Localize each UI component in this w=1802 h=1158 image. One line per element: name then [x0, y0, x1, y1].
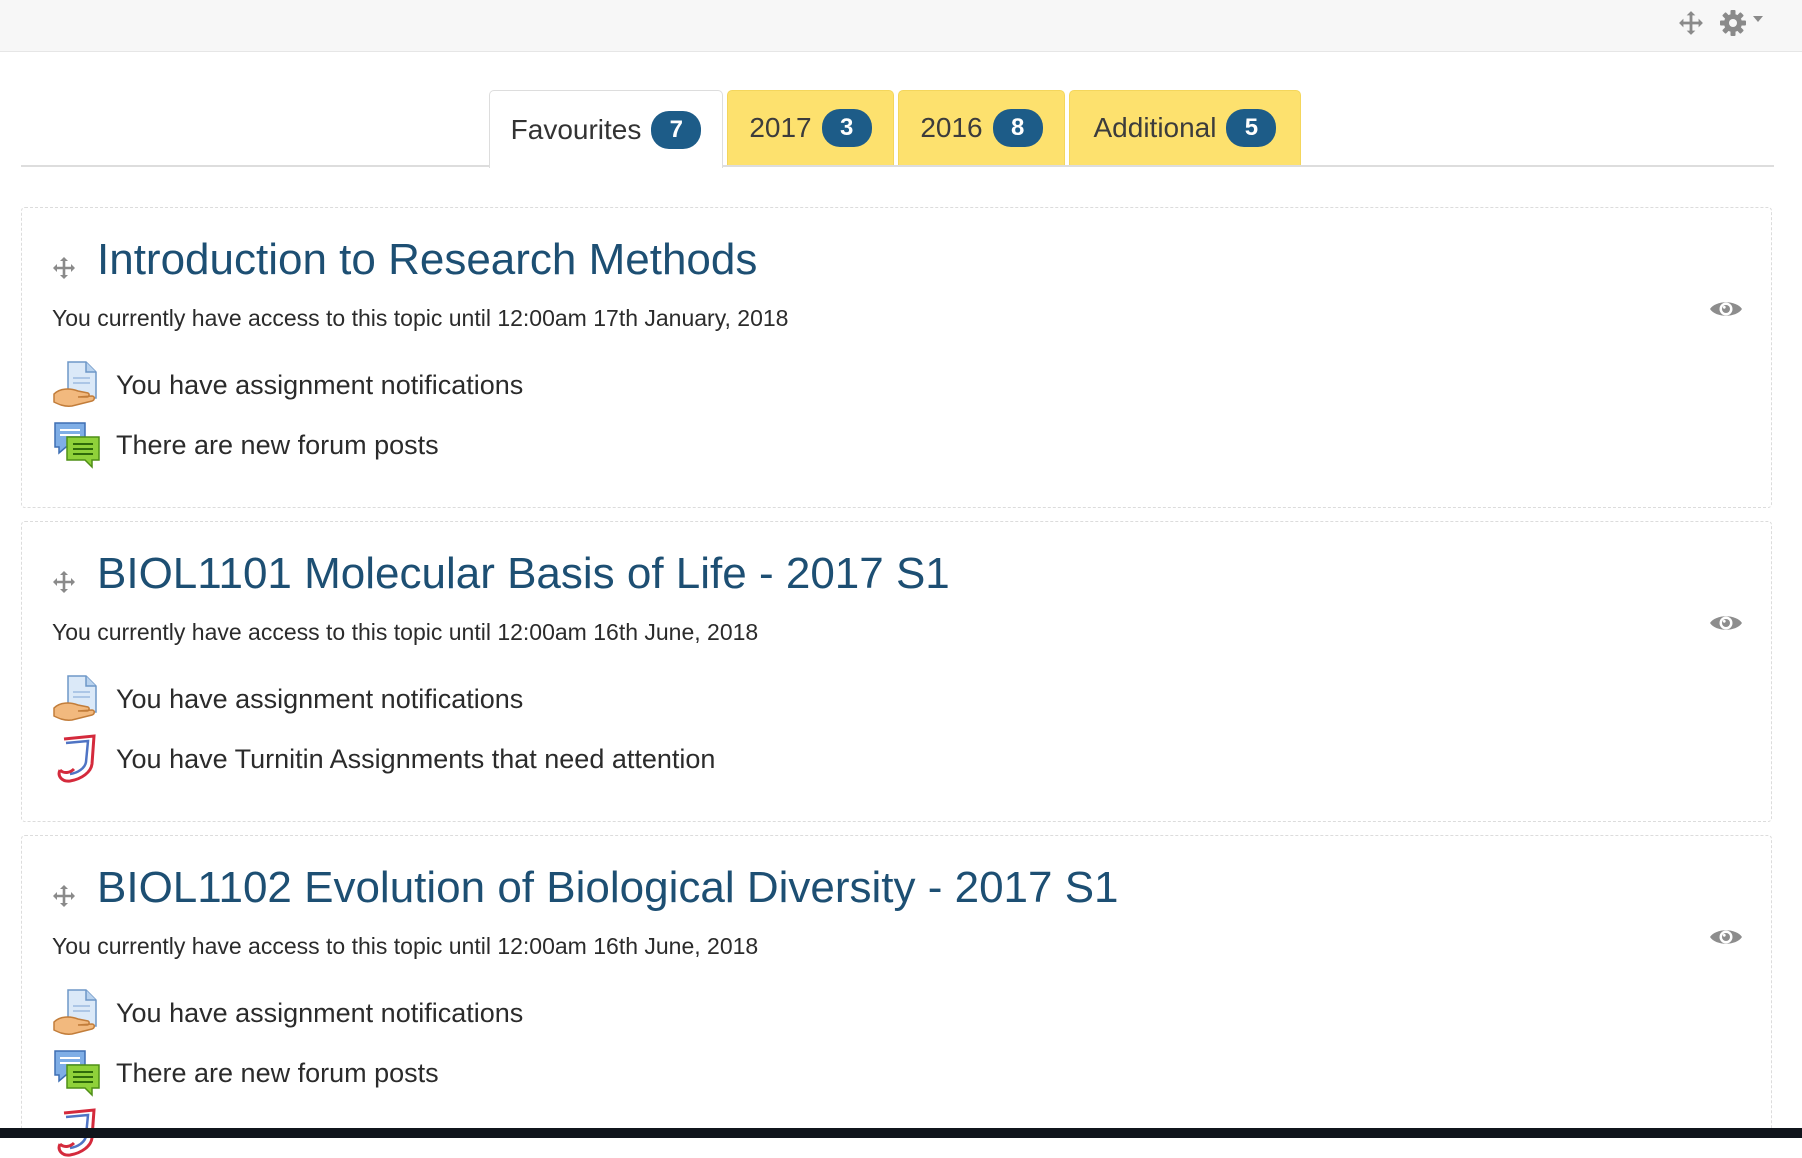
access-text: You currently have access to this topic … [52, 619, 759, 645]
gear-icon[interactable] [1718, 8, 1748, 38]
notification-text: There are new forum posts [116, 429, 439, 460]
course-card: Introduction to Research Methods You cur… [21, 207, 1772, 508]
top-toolbar [0, 0, 1802, 52]
notification-text: You have assignment notifications [116, 997, 524, 1028]
tab-label: 2016 [920, 112, 983, 143]
notification-item[interactable]: There are new forum posts [52, 1048, 439, 1098]
eye-icon[interactable] [1709, 925, 1743, 949]
tab-label: Additional [1093, 112, 1217, 143]
tab-favourites[interactable]: Favourites 7 [489, 90, 723, 168]
eye-icon[interactable] [1709, 611, 1743, 635]
tab-2017[interactable]: 2017 3 [727, 90, 894, 165]
notification-item[interactable]: You have assignment notifications [52, 360, 523, 410]
move-icon[interactable] [1678, 10, 1704, 36]
course-title[interactable]: BIOL1102 Evolution of Biological Diversi… [97, 863, 1119, 913]
turnitin-icon [52, 734, 102, 784]
tab-label: Favourites [510, 113, 642, 145]
assignment-icon [52, 674, 102, 724]
tab-2016[interactable]: 2016 8 [898, 90, 1065, 165]
page-bottom-edge [0, 1128, 1802, 1138]
assignment-icon [52, 988, 102, 1038]
eye-icon[interactable] [1709, 297, 1743, 321]
tab-additional[interactable]: Additional 5 [1069, 90, 1301, 165]
notification-item[interactable]: There are new forum posts [52, 420, 439, 470]
notification-text: You have assignment notifications [116, 683, 524, 714]
count-badge: 8 [992, 109, 1043, 147]
count-badge: 3 [821, 109, 872, 147]
course-title[interactable]: BIOL1101 Molecular Basis of Life - 2017 … [97, 549, 950, 599]
course-tabs: Favourites 7 2017 3 2016 8 Additional 5 [21, 90, 1774, 168]
drag-handle-icon[interactable] [52, 884, 76, 908]
forum-icon [52, 1048, 102, 1098]
course-card: BIOL1101 Molecular Basis of Life - 2017 … [21, 521, 1772, 822]
notification-text: There are new forum posts [116, 1057, 439, 1088]
chevron-down-icon[interactable] [1752, 14, 1764, 24]
notification-item[interactable]: You have assignment notifications [52, 674, 523, 724]
assignment-icon [52, 360, 102, 410]
course-card: BIOL1102 Evolution of Biological Diversi… [21, 835, 1772, 1136]
course-title[interactable]: Introduction to Research Methods [97, 235, 757, 285]
notification-item[interactable]: You have assignment notifications [52, 988, 523, 1038]
access-text: You currently have access to this topic … [52, 933, 759, 959]
notification-item[interactable]: You have Turnitin Assignments that need … [52, 734, 715, 784]
access-text: You currently have access to this topic … [52, 305, 789, 331]
forum-icon [52, 420, 102, 470]
count-badge: 7 [651, 110, 702, 149]
drag-handle-icon[interactable] [52, 570, 76, 594]
notification-text: You have assignment notifications [116, 369, 524, 400]
notification-text: You have Turnitin Assignments that need … [116, 743, 716, 774]
tab-label: 2017 [749, 112, 812, 143]
count-badge: 5 [1226, 109, 1277, 147]
drag-handle-icon[interactable] [52, 256, 76, 280]
